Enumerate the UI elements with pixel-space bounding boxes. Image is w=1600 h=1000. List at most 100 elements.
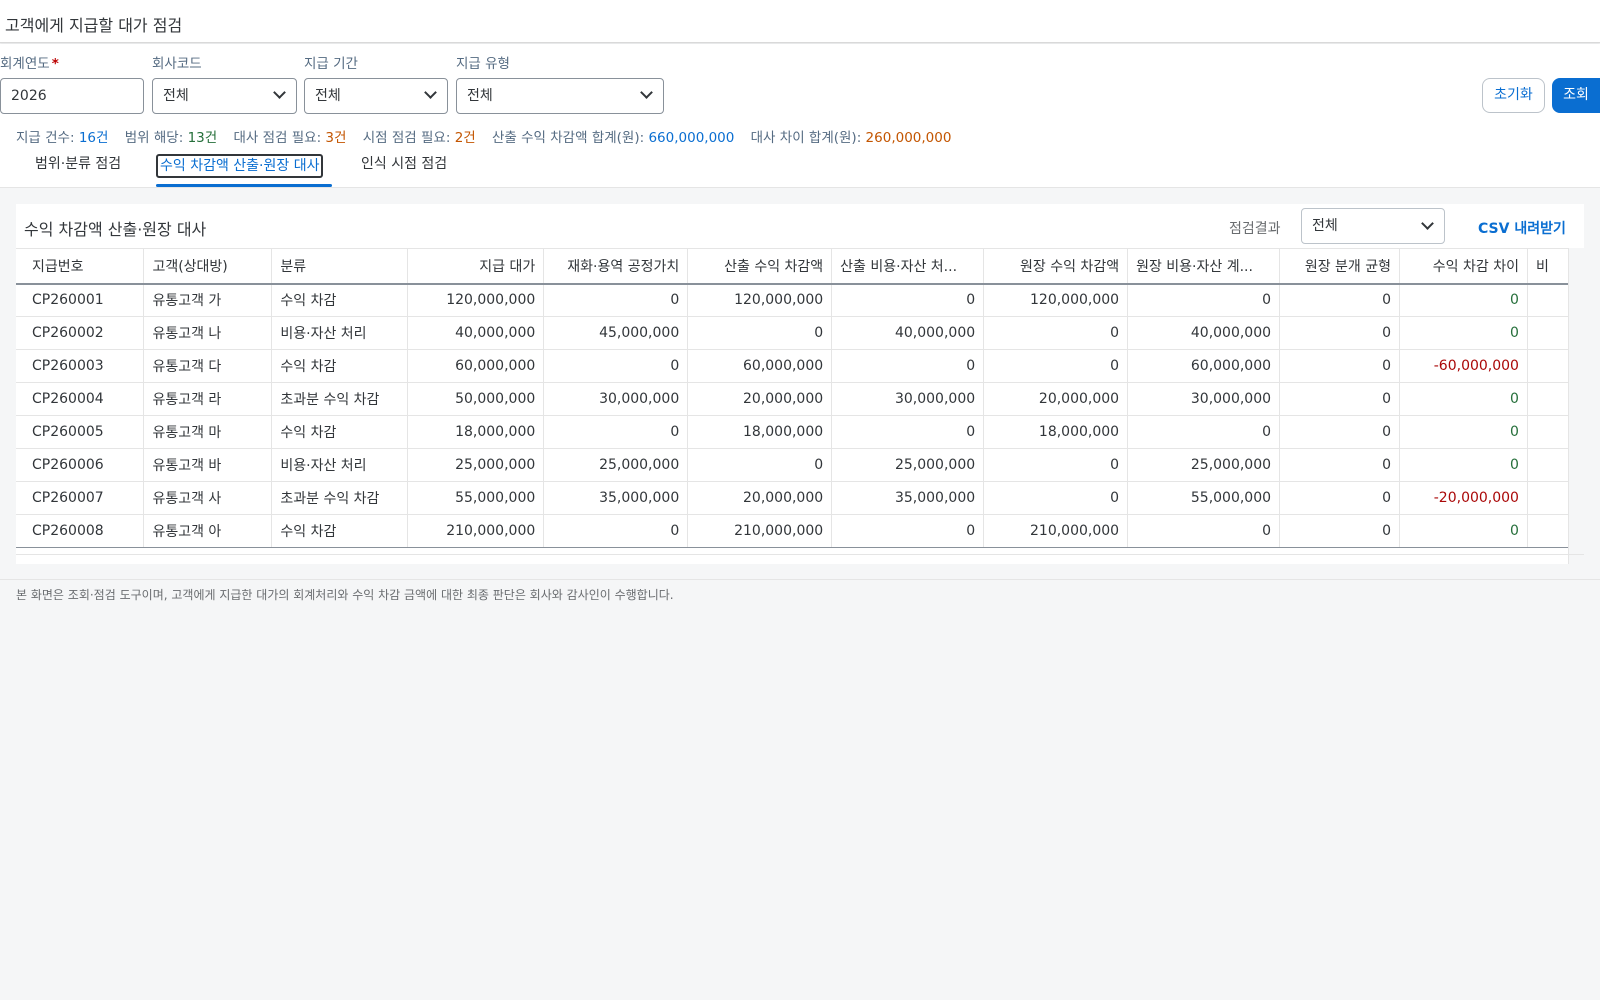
reconciliation-table-wrap: 지급번호 고객(상대방) 분류 지급 대가 재화·용역 공정가치 산출 수익 차… — [16, 248, 1584, 564]
table-row[interactable]: CP260008 유통고객 아 수익 차감 210,000,000 0 210,000,0… — [16, 514, 1584, 548]
column-header[interactable]: 분류 — [271, 248, 409, 285]
table-cell: 25,000,000 — [831, 448, 985, 482]
table-cell: CP260003 — [16, 349, 145, 383]
table-cell: 유통고객 사 — [143, 481, 273, 515]
column-header[interactable]: 원장 수익 차감액 — [983, 248, 1129, 285]
footer-note: 본 화면은 조회·점검 도구이며, 고객에게 지급한 대가의 회계처리와 수익 … — [16, 588, 674, 602]
table-cell: -60,000,000 — [1399, 349, 1528, 383]
table-cell: -20,000,000 — [1399, 481, 1528, 515]
result-filter-value: 전체 — [1312, 218, 1338, 234]
table-cell: 18,000,000 — [687, 415, 833, 449]
tab-scope-classification[interactable]: 범위·분류 점검 — [35, 154, 121, 178]
table-cell: 25,000,000 — [543, 448, 689, 482]
table-cell: 210,000,000 — [983, 514, 1129, 548]
table-cell: 210,000,000 — [687, 514, 833, 548]
table-cell: 50,000,000 — [407, 382, 545, 416]
tab-recognition-timing[interactable]: 인식 시점 점검 — [361, 154, 447, 178]
table-row[interactable]: CP260004 유통고객 라 초과분 수익 차감 50,000,000 30,000,… — [16, 382, 1584, 416]
table-row[interactable]: CP260001 유통고객 가 수익 차감 120,000,000 0 120,000,0… — [16, 283, 1584, 317]
table-cell: 20,000,000 — [687, 382, 833, 416]
table-cell: CP260004 — [16, 382, 145, 416]
table-cell: 120,000,000 — [687, 283, 833, 317]
table-cell: 0 — [1399, 415, 1528, 449]
company-code-select[interactable]: 전체 — [152, 78, 297, 114]
table-cell: 30,000,000 — [1127, 382, 1281, 416]
table-cell: 0 — [831, 514, 985, 548]
table-cell: 0 — [1279, 382, 1401, 416]
column-header[interactable]: 산출 수익 차감액 — [687, 248, 833, 285]
table-cell: 40,000,000 — [831, 316, 985, 350]
table-cell: 유통고객 나 — [143, 316, 273, 350]
active-tab-indicator — [156, 184, 332, 187]
table-cell: 유통고객 가 — [143, 283, 273, 317]
table-cell: 0 — [1279, 448, 1401, 482]
table-cell: CP260002 — [16, 316, 145, 350]
table-cell: 20,000,000 — [983, 382, 1129, 416]
column-header[interactable]: 지급 대가 — [407, 248, 545, 285]
table-cell: 0 — [1279, 415, 1401, 449]
table-cell: 18,000,000 — [407, 415, 545, 449]
column-header[interactable]: 산출 비용·자산 처... — [831, 248, 985, 285]
table-cell: 60,000,000 — [407, 349, 545, 383]
csv-download-link[interactable]: CSV 내려받기 — [1478, 218, 1566, 238]
column-header[interactable]: 재화·용역 공정가치 — [543, 248, 689, 285]
table-cell: 30,000,000 — [831, 382, 985, 416]
table-cell: 0 — [983, 448, 1129, 482]
table-cell: 수익 차감 — [271, 514, 409, 548]
column-header[interactable]: 원장 분개 균형 — [1279, 248, 1401, 285]
summary-bar: 지급 건수: 16건 범위 해당: 13건 대사 점검 필요: 3건 시점 점검… — [16, 126, 963, 146]
company-code-label: 회사코드 — [152, 56, 202, 72]
column-header[interactable]: 지급번호 — [16, 248, 145, 285]
table-cell: 0 — [1399, 316, 1528, 350]
table-cell: 비용·자산 처리 — [271, 316, 409, 350]
payment-type-select[interactable]: 전체 — [456, 78, 664, 114]
table-cell: 0 — [1279, 349, 1401, 383]
table-cell: 비용·자산 처리 — [271, 448, 409, 482]
tab-revenue-reconciliation[interactable]: 수익 차감액 산출·원장 대사 — [156, 154, 324, 178]
table-cell: 40,000,000 — [1127, 316, 1281, 350]
chevron-down-icon — [1421, 217, 1434, 230]
table-cell: CP260006 — [16, 448, 145, 482]
table-cell: 60,000,000 — [1127, 349, 1281, 383]
table-cell: 45,000,000 — [543, 316, 689, 350]
table-cell: 0 — [1127, 415, 1281, 449]
vertical-scrollbar[interactable] — [1568, 248, 1584, 564]
table-cell: 유통고객 바 — [143, 448, 273, 482]
table-cell: 0 — [1279, 283, 1401, 317]
result-filter-select[interactable]: 전체 — [1301, 208, 1445, 244]
table-cell: 55,000,000 — [407, 481, 545, 515]
page-title: 고객에게 지급할 대가 점검 — [5, 16, 183, 35]
payment-period-select[interactable]: 전체 — [304, 78, 448, 114]
table-cell: 18,000,000 — [983, 415, 1129, 449]
table-cell: 0 — [1279, 316, 1401, 350]
table-row[interactable]: CP260007 유통고객 사 초과분 수익 차감 55,000,000 35,000,… — [16, 481, 1584, 515]
table-cell: 유통고객 라 — [143, 382, 273, 416]
table-cell: 유통고객 아 — [143, 514, 273, 548]
page-header: 고객에게 지급할 대가 점검 — [0, 0, 1600, 43]
table-row[interactable]: CP260003 유통고객 다 수익 차감 60,000,000 0 60,000,000… — [16, 349, 1584, 383]
table-cell: 210,000,000 — [407, 514, 545, 548]
search-button[interactable]: 조회 — [1552, 78, 1600, 113]
table-row[interactable]: CP260002 유통고객 나 비용·자산 처리 40,000,000 45,000,0… — [16, 316, 1584, 350]
table-row[interactable]: CP260006 유통고객 바 비용·자산 처리 25,000,000 25,000,0… — [16, 448, 1584, 482]
fiscal-year-label: 회계연도 * — [0, 56, 59, 72]
required-mark: * — [51, 56, 59, 72]
fiscal-year-input[interactable]: 2026 — [0, 78, 144, 114]
table-cell: CP260001 — [16, 283, 145, 317]
chevron-down-icon — [640, 86, 653, 99]
chevron-down-icon — [424, 86, 437, 99]
panel-title: 수익 차감액 산출·원장 대사 — [24, 220, 207, 239]
table-cell: 0 — [1399, 382, 1528, 416]
table-row[interactable]: CP260005 유통고객 마 수익 차감 18,000,000 0 18,000,000… — [16, 415, 1584, 449]
table-cell: 35,000,000 — [831, 481, 985, 515]
table-cell: 0 — [983, 349, 1129, 383]
column-header[interactable]: 수익 차감 차이 — [1399, 248, 1528, 285]
table-cell: 0 — [983, 481, 1129, 515]
table-cell: 수익 차감 — [271, 349, 409, 383]
reset-button[interactable]: 초기화 — [1482, 78, 1545, 113]
table-cell: 0 — [831, 283, 985, 317]
table-cell: CP260008 — [16, 514, 145, 548]
column-header[interactable]: 고객(상대방) — [143, 248, 273, 285]
table-cell: 25,000,000 — [407, 448, 545, 482]
column-header[interactable]: 원장 비용·자산 계... — [1127, 248, 1281, 285]
